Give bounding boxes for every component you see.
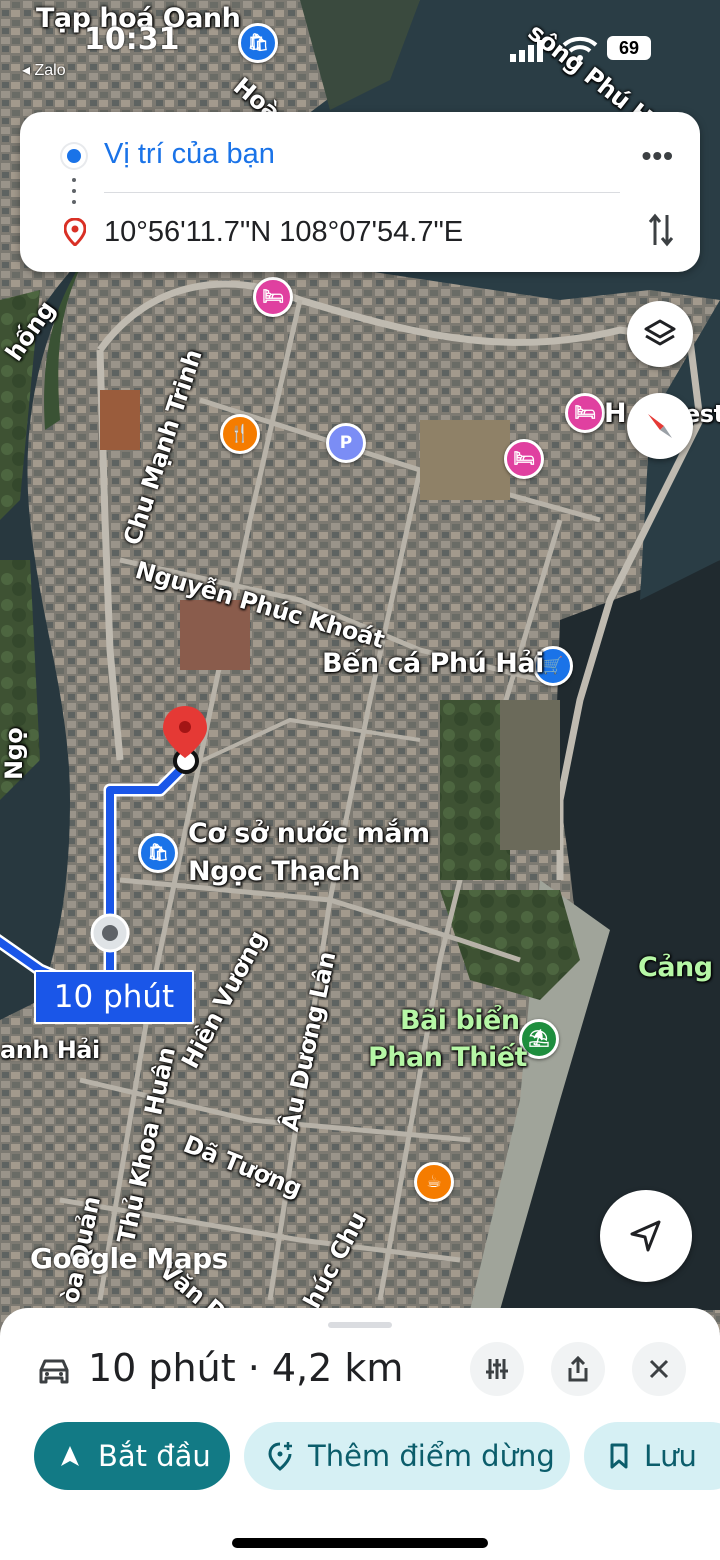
close-button[interactable] <box>632 1342 686 1396</box>
route-summary: 10 phút · 4,2 km <box>88 1346 404 1390</box>
wifi-icon <box>562 36 598 61</box>
map-label-cang[interactable]: Cảng <box>638 952 713 983</box>
hotel-icon[interactable]: 🛏 <box>565 393 605 433</box>
drag-handle[interactable] <box>328 1322 392 1328</box>
navigation-arrow-icon <box>630 1220 661 1252</box>
hotel-icon[interactable]: 🛏 <box>253 277 293 317</box>
bottom-sheet: 10 phút · 4,2 km Bắt đầu Thêm điểm dừng <box>0 1308 720 1560</box>
eta-badge[interactable]: 10 phút <box>34 970 194 1024</box>
map-label-bai-bien-line1[interactable]: Bãi biển <box>400 1005 520 1036</box>
more-options-button[interactable]: ••• <box>642 140 674 172</box>
layers-icon <box>644 319 676 346</box>
share-icon <box>568 1355 588 1382</box>
add-stop-button[interactable]: Thêm điểm dừng <box>244 1422 570 1490</box>
route-connector-dots <box>72 178 76 208</box>
map-label-ngo: Ngọ <box>0 727 28 780</box>
shopping-icon[interactable]: 🛍 <box>138 833 178 873</box>
start-button[interactable]: Bắt đầu <box>34 1422 230 1490</box>
google-maps-attribution: Google Maps <box>30 1242 228 1275</box>
navigation-icon <box>61 1446 79 1466</box>
layers-button[interactable] <box>627 301 693 367</box>
compass-icon <box>648 414 672 438</box>
map-label-co-so-line2[interactable]: Ngọc Thạch <box>188 856 360 887</box>
add-stop-icon <box>268 1442 292 1471</box>
route-options-button[interactable] <box>470 1342 524 1396</box>
save-button[interactable]: Lưu <box>584 1422 720 1490</box>
compass-button[interactable] <box>627 393 693 459</box>
map-label-h[interactable]: H <box>604 398 627 429</box>
close-icon <box>649 1359 669 1379</box>
back-to-app[interactable]: ◂ Zalo <box>22 60 66 80</box>
destination-pin-icon <box>64 218 86 246</box>
battery-indicator: 69 <box>607 36 651 60</box>
map-label-co-so-line1[interactable]: Cơ sở nước mắm <box>188 818 430 849</box>
divider <box>104 192 620 193</box>
car-icon <box>39 1359 69 1384</box>
bookmark-icon <box>610 1443 628 1469</box>
swap-directions-icon[interactable] <box>648 212 674 248</box>
restaurant-icon[interactable]: 🍴 <box>220 414 260 454</box>
map-label-bai-bien-line2[interactable]: Phan Thiết <box>368 1042 527 1073</box>
share-button[interactable] <box>551 1342 605 1396</box>
parking-icon[interactable]: P <box>326 423 366 463</box>
status-time: 10:31 <box>84 22 180 57</box>
add-stop-label: Thêm điểm dừng <box>308 1439 555 1473</box>
route-card: Vị trí của bạn 10°56'11.7"N 108°07'54.7"… <box>20 112 700 272</box>
map-label-ben-ca[interactable]: Bến cá Phú Hải <box>322 648 544 679</box>
hotel-icon[interactable]: 🛏 <box>504 439 544 479</box>
status-bar: 10:31 ◂ Zalo 69 <box>0 0 720 90</box>
save-label: Lưu <box>644 1439 697 1473</box>
your-location-icon <box>62 144 86 168</box>
start-label: Bắt đầu <box>98 1439 211 1473</box>
cellular-signal-icon <box>510 40 543 62</box>
map-label-thanh-hai: anh Hải <box>0 1036 100 1064</box>
tune-icon <box>486 1359 508 1379</box>
my-location-button[interactable] <box>600 1190 692 1282</box>
cafe-icon[interactable]: ☕ <box>414 1162 454 1202</box>
origin-field[interactable]: Vị trí của bạn <box>104 138 275 171</box>
home-indicator[interactable] <box>232 1538 488 1548</box>
destination-field[interactable]: 10°56'11.7"N 108°07'54.7"E <box>104 216 463 249</box>
